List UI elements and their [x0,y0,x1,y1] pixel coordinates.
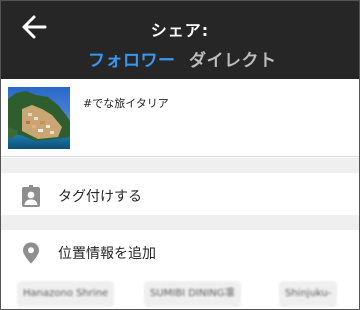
add-location-option[interactable]: 位置情報を追加 [1,230,359,273]
location-suggestions: Hanazono Shrine SUMIBI DINING凛 Shinjuku- [1,273,359,309]
post-preview-row: #でな旅イタリア [1,79,359,157]
section-divider [1,215,359,230]
location-chip[interactable]: SUMIBI DINING凛 [144,281,241,307]
location-chip[interactable]: Shinjuku- [279,281,338,307]
location-pin-icon [23,242,39,264]
location-chip[interactable]: Hanazono Shrine [17,281,115,307]
section-divider [1,158,359,173]
post-caption: #でな旅イタリア [83,97,169,110]
tab-followers[interactable]: フォロワー [88,46,176,71]
tag-person-icon [22,185,40,207]
tag-people-option[interactable]: タグ付けする [1,173,359,215]
share-screen: シェア: フォロワー ダイレクト #でな旅イタリア タグ付けする 位置情報を追加… [1,1,359,309]
screen-title: シェア: [150,21,210,40]
tag-people-label: タグ付けする [58,189,142,205]
post-thumbnail[interactable] [8,87,70,149]
share-header: シェア: フォロワー ダイレクト [1,1,359,79]
tab-direct[interactable]: ダイレクト [189,46,277,71]
add-location-label: 位置情報を追加 [58,246,156,262]
